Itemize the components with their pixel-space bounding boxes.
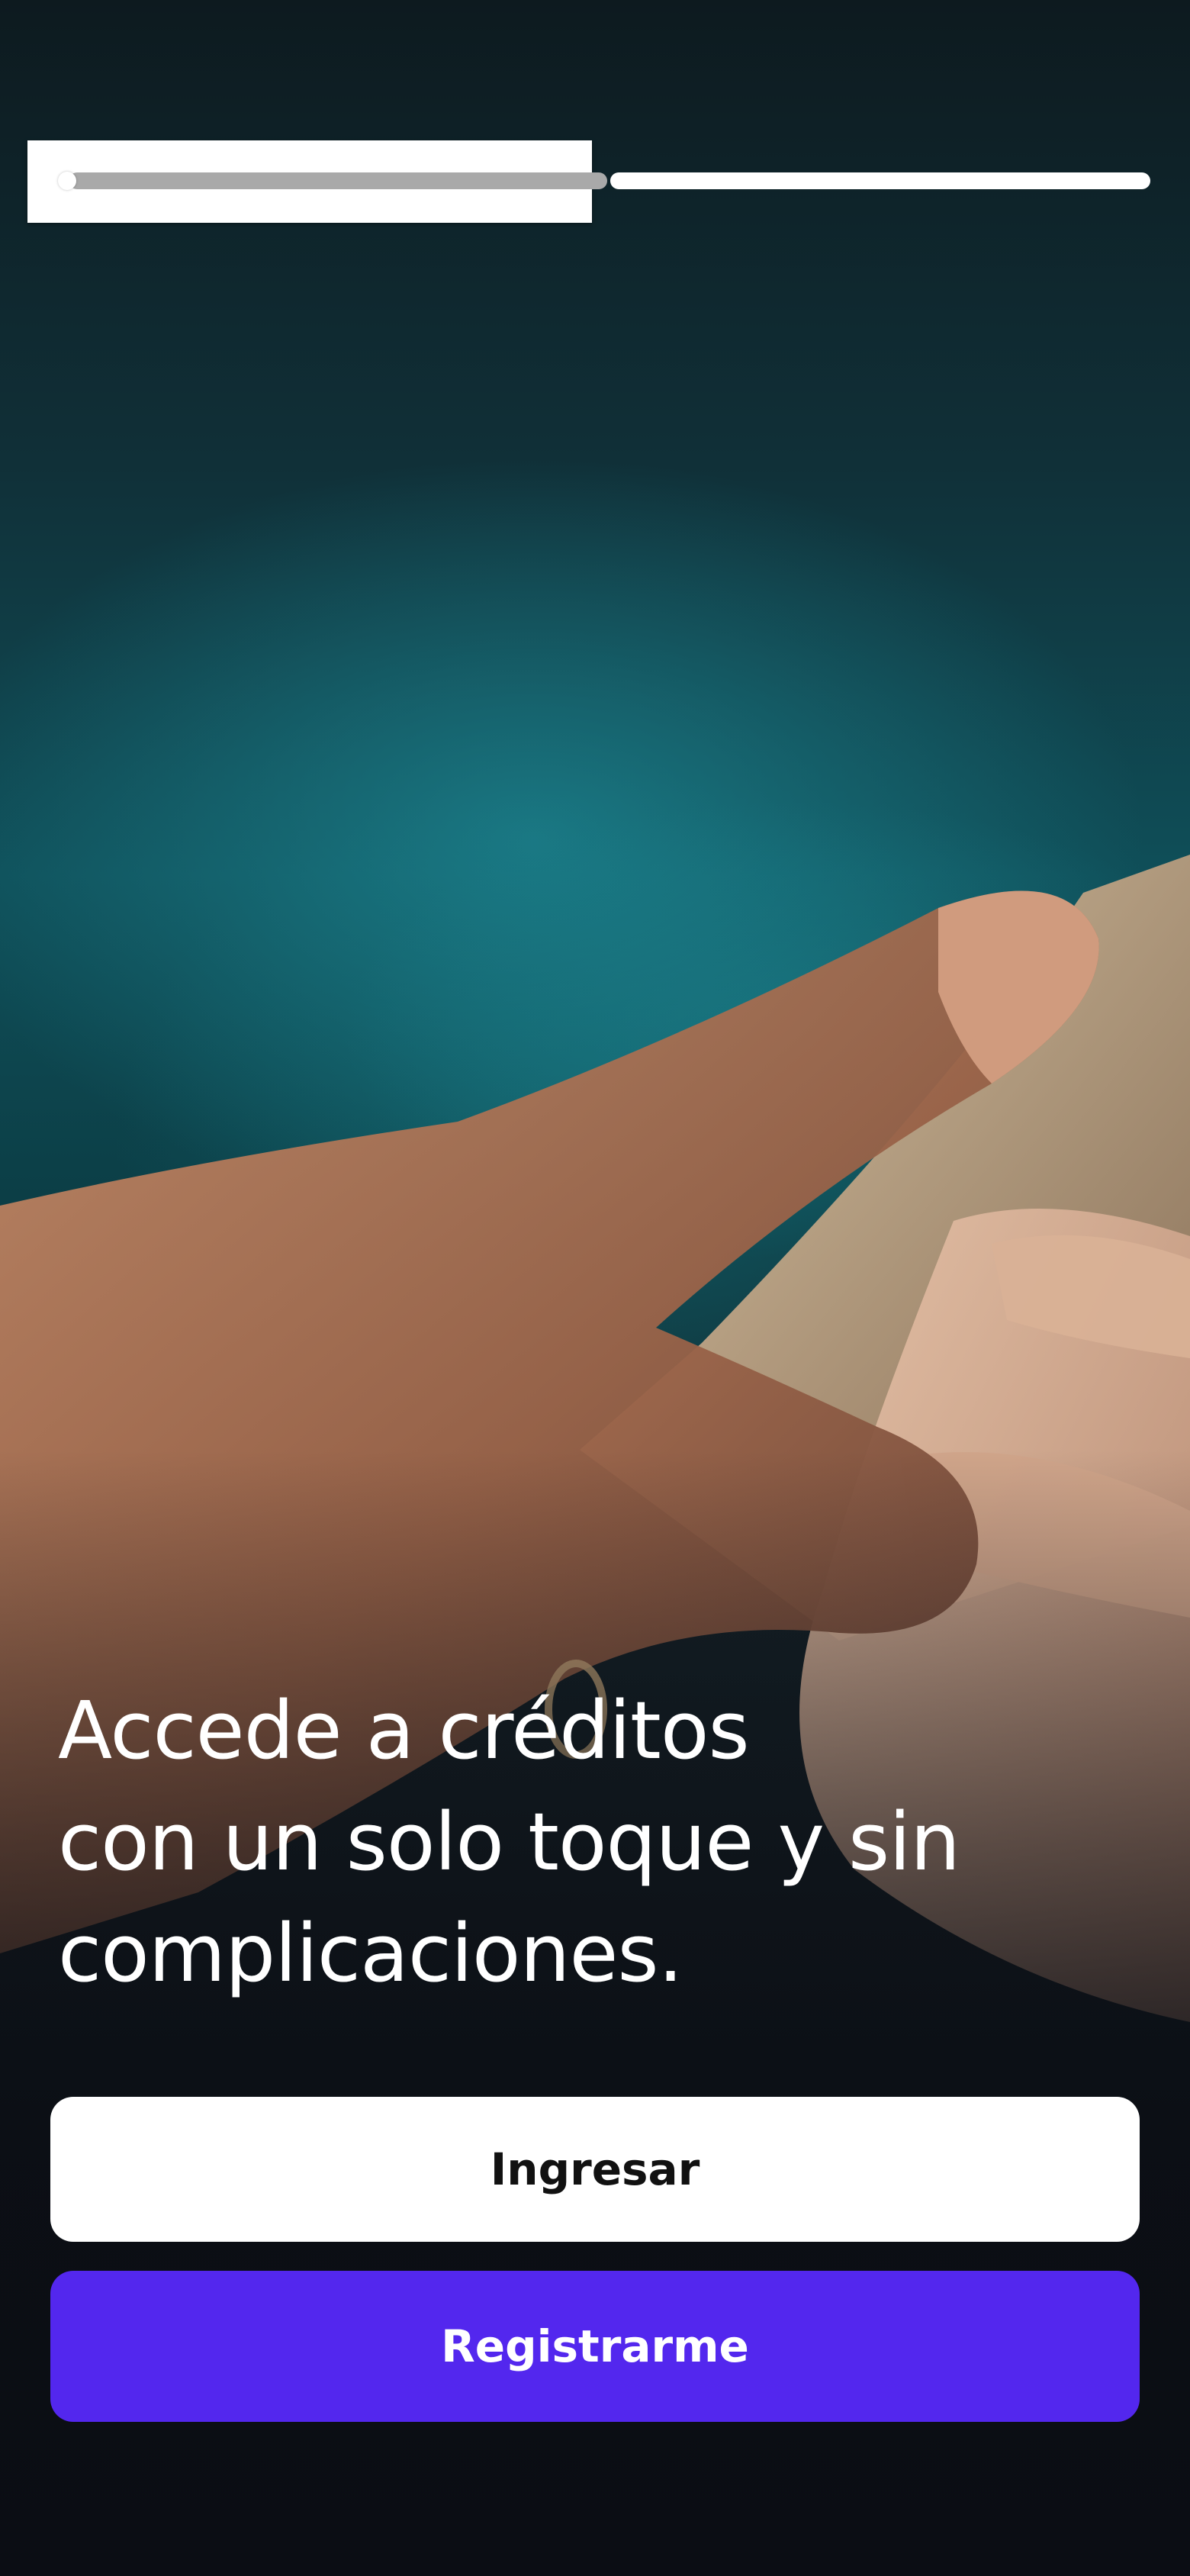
story-progress-track (69, 172, 607, 189)
login-button[interactable]: Ingresar (50, 2097, 1140, 2242)
hero-line-3: complicaciones. (58, 1907, 683, 2000)
hero-headline: Accede a créditos con un solo toque y si… (58, 1675, 1141, 2009)
hero-line-1: Accede a créditos (58, 1684, 750, 1777)
register-button[interactable]: Registrarme (50, 2271, 1140, 2422)
story-progress-2 (610, 172, 1150, 189)
story-progress-1 (27, 140, 607, 223)
hero-line-2: con un solo toque y sin (58, 1795, 960, 1889)
story-progress-knob (58, 172, 76, 190)
onboarding-screen: Accede a créditos con un solo toque y si… (0, 0, 1190, 2576)
